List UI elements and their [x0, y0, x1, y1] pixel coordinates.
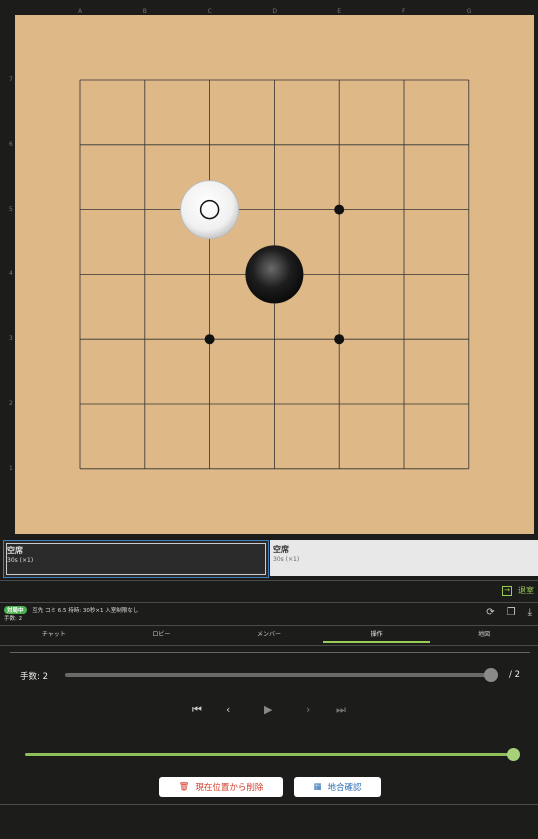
row-label: 5	[9, 205, 13, 213]
black-stone[interactable]	[245, 245, 304, 304]
column-label: D	[272, 8, 278, 15]
previous-move-icon[interactable]: ‹	[226, 703, 230, 716]
calculator-icon: ▦	[313, 782, 322, 792]
column-label: E	[337, 8, 341, 15]
player-white-panel: 空席 30s (×1)	[270, 540, 538, 576]
tab-lobby[interactable]: ロビー	[108, 629, 216, 645]
last-move-icon[interactable]: ⏭	[336, 703, 346, 717]
toolbar: ⟳ ❐ ⤓	[486, 607, 532, 618]
delete-from-here-button[interactable]: 🗑 現在位置から削除	[159, 777, 283, 797]
player-black-panel: 空席 30s (×1)	[3, 540, 269, 578]
column-label: G	[466, 8, 472, 15]
exit-button[interactable]: → 退室	[502, 585, 534, 596]
game-info: 対局中 互先 コミ 6.5 持時: 30秒×1 入室制限なし 手数: 2	[4, 606, 138, 622]
tab-operation[interactable]: 操作	[322, 629, 431, 645]
delete-button-label: 現在位置から削除	[195, 783, 264, 793]
board-area: A B C D E F G 7 6 5 4 3 2 1	[0, 0, 538, 538]
exit-icon: →	[502, 585, 512, 596]
white-stone[interactable]	[180, 180, 240, 240]
variation-slider-handle[interactable]	[507, 748, 520, 761]
row-label: 3	[9, 335, 13, 343]
move-slider-handle[interactable]	[484, 668, 498, 682]
row-label: 1	[9, 464, 13, 472]
star-point	[204, 334, 215, 345]
player-black-name: 空席	[7, 546, 23, 555]
row-label: 2	[9, 400, 13, 407]
exit-label: 退室	[518, 586, 534, 595]
game-info-text: 互先 コミ 6.5 持時: 30秒×1 入室制限なし	[32, 608, 139, 614]
player-white-name: 空席	[273, 545, 289, 554]
score-check-button[interactable]: ▦ 地合確認	[294, 777, 381, 797]
column-label: A	[78, 8, 83, 15]
column-label: B	[142, 8, 147, 15]
moves-label: 手数: 2	[20, 672, 48, 682]
score-button-label: 地合確認	[327, 783, 362, 793]
star-point	[334, 334, 345, 345]
player-black-time: 30s (×1)	[7, 557, 34, 564]
tab-chat[interactable]: チャット	[0, 629, 108, 645]
copy-icon[interactable]: ❐	[507, 607, 516, 618]
refresh-icon[interactable]: ⟳	[486, 607, 494, 618]
board-grid[interactable]	[15, 15, 534, 534]
move-count-info: 手数: 2	[4, 616, 23, 622]
variation-slider[interactable]	[25, 753, 514, 756]
row-label: 7	[9, 76, 13, 83]
row-label: 4	[9, 270, 13, 278]
trash-icon: 🗑	[178, 782, 190, 792]
download-icon[interactable]: ⤓	[528, 607, 532, 618]
player-white-time: 30s (×1)	[273, 556, 300, 563]
column-label: F	[402, 8, 406, 15]
row-label: 6	[9, 140, 13, 148]
go-board[interactable]	[15, 15, 534, 534]
tab-bar: チャット ロビー メンバー 操作 地図	[0, 629, 538, 645]
total-moves-label: / 2	[509, 670, 520, 680]
next-move-icon[interactable]: ›	[306, 703, 310, 716]
column-label: C	[207, 8, 212, 15]
first-move-icon[interactable]: ⏮	[192, 703, 202, 717]
play-icon[interactable]: ▶	[264, 703, 272, 716]
status-badge: 対局中	[4, 606, 27, 614]
tab-map[interactable]: 地図	[430, 629, 538, 645]
star-point	[334, 204, 345, 215]
move-slider[interactable]	[65, 673, 491, 677]
tab-members[interactable]: メンバー	[215, 629, 323, 645]
